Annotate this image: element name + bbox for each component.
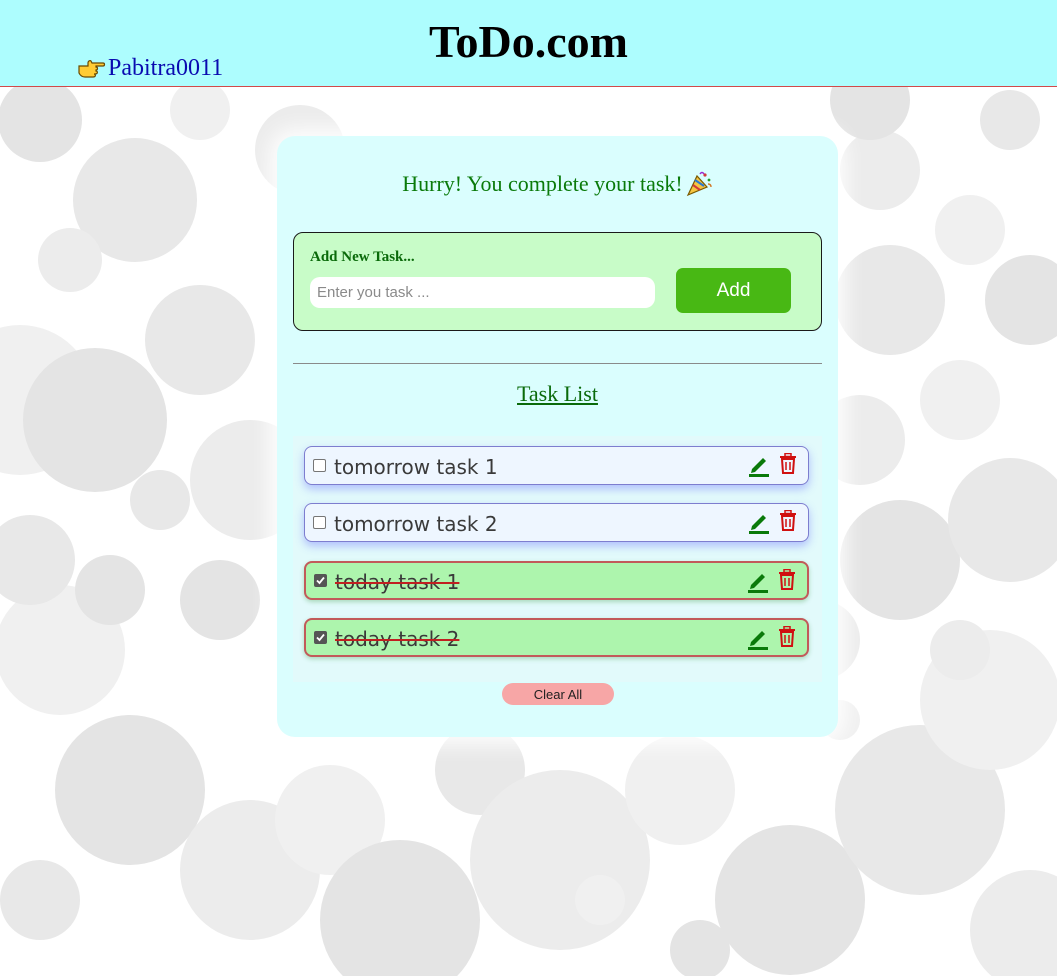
task-checkbox[interactable] (313, 459, 326, 472)
edit-icon[interactable] (747, 569, 769, 593)
task-item: tomorrow task 2 (304, 503, 809, 542)
site-title: ToDo.com (429, 16, 628, 67)
add-task-form: Add New Task... Add (293, 232, 822, 331)
edit-icon[interactable] (747, 626, 769, 650)
task-list-title: Task List (517, 381, 598, 406)
task-checkbox[interactable] (313, 516, 326, 529)
task-text: tomorrow task 1 (334, 454, 498, 479)
task-item-completed: today task 2 (304, 618, 809, 657)
trash-icon[interactable] (779, 452, 797, 474)
task-text: today task 1 (335, 569, 460, 594)
motto: Hurry! You complete your task! (277, 170, 838, 198)
top-header: Pabitra0011 ToDo.com (0, 0, 1057, 87)
trash-icon[interactable] (778, 568, 796, 590)
task-text: tomorrow task 2 (334, 511, 498, 536)
divider (293, 363, 822, 364)
edit-icon[interactable] (748, 510, 770, 534)
clear-all-button[interactable]: Clear All (502, 683, 614, 705)
task-checkbox-checked[interactable] (314, 574, 327, 587)
task-text: today task 2 (335, 626, 460, 651)
todo-card: Hurry! You complete your task! Add New T… (277, 136, 838, 737)
task-item-completed: today task 1 (304, 561, 809, 600)
add-task-label: Add New Task... (310, 249, 415, 265)
motto-text: Hurry! You complete your task! (402, 171, 683, 196)
edit-icon[interactable] (748, 453, 770, 477)
task-checkbox-checked[interactable] (314, 631, 327, 644)
task-item: tomorrow task 1 (304, 446, 809, 485)
task-list: tomorrow task 1 tomorrow task 2 today ta… (293, 436, 822, 682)
trash-icon[interactable] (778, 625, 796, 647)
trash-icon[interactable] (779, 509, 797, 531)
task-input[interactable] (310, 277, 655, 308)
add-button[interactable]: Add (676, 268, 791, 313)
party-popper-icon (685, 171, 713, 197)
